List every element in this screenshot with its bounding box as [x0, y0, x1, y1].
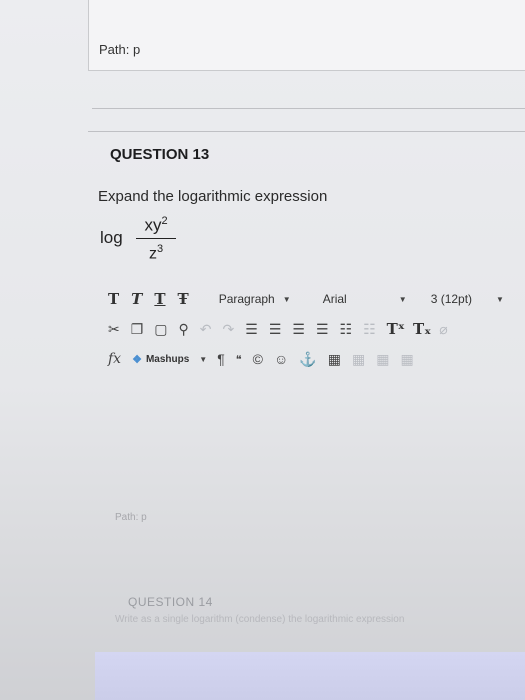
cut-icon[interactable]: ✂ — [108, 321, 120, 338]
align-right-icon[interactable]: ☰ — [292, 321, 305, 338]
bold-button[interactable]: T — [108, 290, 119, 308]
question-prompt: Expand the logarithmic expression — [98, 188, 328, 205]
numbered-list-icon[interactable]: ☷ — [363, 321, 376, 338]
redo-icon[interactable]: ↷ — [223, 321, 235, 338]
divider — [88, 131, 525, 132]
denominator: z3 — [148, 242, 164, 262]
fraction: xy2 z3 — [136, 212, 176, 262]
table-merge-icon[interactable]: ▦ — [400, 351, 413, 368]
table-col-icon[interactable]: ▦ — [376, 351, 389, 368]
underline-button[interactable]: T — [154, 290, 165, 308]
divider — [92, 108, 525, 109]
quote-icon[interactable]: ❝ — [236, 353, 242, 366]
question-title: QUESTION 14 — [128, 595, 213, 609]
chevron-down-icon: ▼ — [398, 294, 407, 304]
chevron-down-icon: ▼ — [496, 294, 504, 304]
rich-text-toolbar: T T T Ŧ Paragraph ▼ Arial ▼ 3 (12pt) ▼ ✂ ❐ … — [108, 288, 525, 378]
font-select[interactable]: Arial ▼ — [323, 292, 431, 306]
mashups-icon: ❖ — [132, 353, 142, 366]
log-text: log — [100, 228, 123, 247]
numerator: xy2 — [144, 215, 168, 235]
mashups-label: Mashups — [145, 353, 190, 365]
copyright-icon[interactable]: © — [253, 351, 263, 367]
bullet-list-icon[interactable]: ☷ — [340, 321, 353, 338]
font-size-value: 3 (12pt) — [430, 292, 473, 306]
question-prompt: Write as a single logarithm (condense) t… — [115, 614, 405, 625]
paragraph-mark-icon[interactable]: ¶ — [217, 351, 225, 367]
find-icon[interactable]: ⚲ — [179, 321, 189, 338]
italic-button[interactable]: T — [131, 290, 142, 308]
chevron-down-icon: ▼ — [199, 354, 208, 364]
align-left-icon[interactable]: ☰ — [245, 321, 258, 338]
math-formula: log xy2 z3 — [100, 212, 190, 272]
editor-path-label: Path: p — [115, 512, 147, 523]
editor-path-label: Path: p — [99, 42, 141, 57]
paragraph-select[interactable]: Paragraph ▼ — [219, 292, 317, 306]
subscript-icon[interactable]: Tₓ — [413, 320, 431, 338]
undo-icon[interactable]: ↶ — [200, 321, 212, 338]
copy-icon[interactable]: ❐ — [131, 321, 144, 338]
font-size-select[interactable]: 3 (12pt) ▼ — [431, 292, 504, 306]
table-icon[interactable]: ▦ — [328, 351, 341, 368]
anchor-icon[interactable]: ⚓ — [299, 351, 316, 368]
align-center-icon[interactable]: ☰ — [269, 321, 282, 338]
submit-bar — [95, 652, 525, 700]
align-justify-icon[interactable]: ☰ — [316, 321, 329, 338]
mashups-menu[interactable]: ❖ Mashups ▼ — [132, 353, 207, 366]
chevron-down-icon: ▼ — [282, 294, 291, 304]
strikethrough-button[interactable]: Ŧ — [178, 290, 189, 308]
paste-icon[interactable]: ▢ — [154, 321, 167, 338]
font-select-value: Arial — [322, 292, 347, 306]
question-title: QUESTION 13 — [110, 146, 210, 163]
superscript-icon[interactable]: Tˣ — [387, 320, 405, 338]
paragraph-select-value: Paragraph — [218, 292, 275, 306]
emoji-icon[interactable]: ☺ — [274, 351, 288, 367]
fraction-bar — [136, 237, 176, 239]
previous-answer-editor[interactable]: Path: p — [88, 0, 525, 71]
table-row-icon[interactable]: ▦ — [352, 351, 365, 368]
clear-format-icon[interactable]: ⌀ — [439, 321, 447, 338]
function-icon[interactable]: fx — [108, 351, 121, 367]
